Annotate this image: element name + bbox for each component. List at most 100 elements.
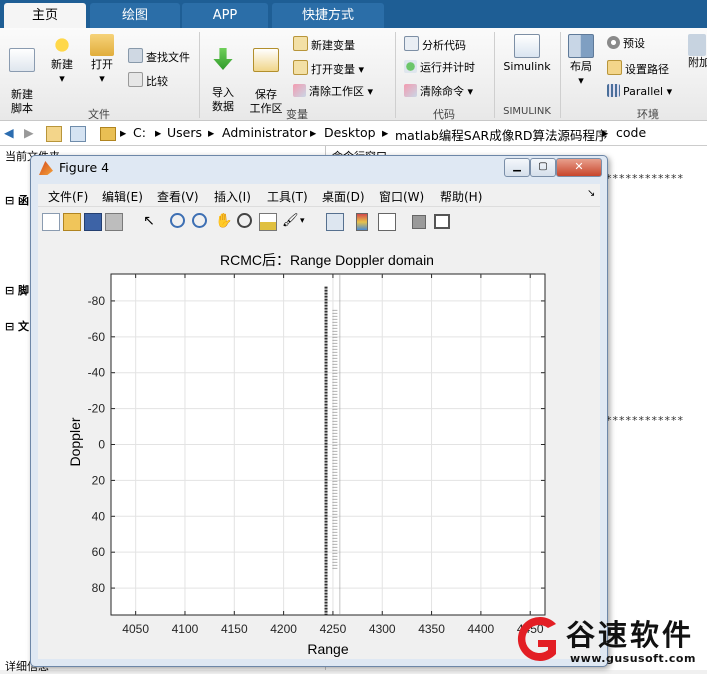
rotate-3d-icon[interactable]	[237, 213, 252, 228]
panel-section-scripts[interactable]: ⊟ 脚	[5, 282, 29, 298]
tab-shortcuts[interactable]: 快捷方式	[272, 3, 384, 28]
menu-window[interactable]: 窗口(W)	[379, 188, 424, 205]
close-button[interactable]: ✕	[556, 158, 602, 177]
figure-canvas: RCMC后：Range Doppler domain Range Doppler…	[38, 237, 600, 659]
pan-hand-icon[interactable]: ✋	[215, 213, 232, 229]
open-button[interactable]: 打开 ▾	[84, 34, 120, 86]
menu-view[interactable]: 查看(V)	[157, 188, 199, 205]
x-tick-label: 4400	[468, 622, 495, 636]
eraser-icon	[404, 84, 417, 97]
up-folder-icon[interactable]	[46, 126, 62, 142]
import-arrow-icon	[213, 48, 233, 70]
tab-plots[interactable]: 绘图	[90, 3, 180, 28]
open-file-icon[interactable]	[63, 213, 81, 231]
tab-apps[interactable]: APP	[182, 3, 268, 28]
menu-help[interactable]: 帮助(H)	[440, 188, 482, 205]
import-data-button[interactable]: 导入 数据	[205, 34, 241, 114]
command-output-line: ************	[606, 414, 684, 427]
show-plot-tools-icon[interactable]	[434, 214, 450, 229]
breadcrumb-separator-icon: ▸	[120, 125, 127, 140]
new-script-button[interactable]: 新建 脚本	[4, 34, 40, 116]
layout-icon	[568, 34, 594, 58]
x-tick-label: 4100	[172, 622, 199, 636]
dock-arrow-icon[interactable]: ↘	[587, 188, 595, 199]
address-bar: ◀ ▶ ▸ C: ▸ Users ▸ Administrator ▸ Deskt…	[0, 121, 707, 146]
matlab-logo-icon	[39, 161, 53, 175]
new-figure-icon[interactable]	[42, 213, 60, 231]
x-tick-label: 4300	[369, 622, 396, 636]
clear-workspace-button[interactable]: 清除工作区 ▾	[293, 84, 373, 99]
hide-plot-tools-icon[interactable]	[412, 215, 426, 229]
analyze-code-button[interactable]: 分析代码	[404, 36, 466, 53]
eraser-icon	[293, 84, 306, 97]
brush-icon[interactable]: 🖌	[282, 213, 299, 229]
addons-button[interactable]: 附加	[688, 34, 707, 70]
legend-icon[interactable]	[378, 213, 396, 231]
y-tick-label: -80	[88, 294, 106, 308]
maximize-icon: ▢	[538, 161, 548, 172]
breadcrumb-separator-icon: ▸	[155, 125, 162, 140]
chevron-down-icon: ▾	[367, 85, 374, 98]
breadcrumb-desktop[interactable]: Desktop	[324, 125, 376, 140]
zoom-in-icon[interactable]	[170, 213, 185, 228]
breadcrumb-code[interactable]: code	[616, 125, 646, 140]
x-tick-label: 4250	[320, 622, 347, 636]
tab-home[interactable]: 主页	[4, 3, 86, 28]
colorbar-icon[interactable]	[356, 213, 368, 231]
find-files-button[interactable]: 查找文件	[128, 48, 190, 65]
chevron-down-icon[interactable]: ▾	[300, 213, 316, 229]
menu-tools[interactable]: 工具(T)	[267, 188, 308, 205]
new-button[interactable]: 新建 ▾	[44, 34, 80, 86]
new-variable-button[interactable]: 新建变量	[293, 36, 355, 53]
save-workspace-button[interactable]: 保存 工作区	[246, 34, 286, 116]
breadcrumb-separator-icon: ▸	[208, 125, 215, 140]
group-label-environment: 环境	[637, 108, 659, 121]
save-icon[interactable]	[84, 213, 102, 231]
breadcrumb-project-folder[interactable]: matlab编程SAR成像RD算法源码程序	[395, 125, 608, 144]
data-cursor-icon[interactable]	[259, 213, 277, 231]
folder-icon	[90, 34, 114, 56]
preferences-button[interactable]: 预设	[607, 36, 645, 51]
forward-icon[interactable]: ▶	[24, 125, 34, 140]
x-tick-label: 4050	[122, 622, 149, 636]
menu-desktop[interactable]: 桌面(D)	[322, 188, 365, 205]
run-and-time-button[interactable]: 运行并计时	[404, 60, 475, 75]
parallel-icon	[607, 84, 620, 97]
set-path-button[interactable]: 设置路径	[607, 60, 669, 77]
panel-section-files[interactable]: ⊟ 文	[5, 318, 29, 334]
cursor-icon[interactable]: ↖	[141, 213, 157, 229]
clear-commands-button[interactable]: 清除命令 ▾	[404, 84, 473, 99]
breadcrumb-drive[interactable]: C:	[133, 125, 146, 140]
zoom-out-icon[interactable]	[192, 213, 207, 228]
y-axis-label: Doppler	[67, 417, 83, 466]
chevron-down-icon: ▾	[99, 72, 105, 85]
menu-file[interactable]: 文件(F)	[48, 188, 88, 205]
y-tick-label: 80	[92, 581, 106, 595]
simulink-button[interactable]: Simulink	[500, 34, 554, 74]
figure-window[interactable]: Figure 4 ▁ ▢ ✕ 文件(F) 编辑(E) 查看(V) 插入(I) 工…	[30, 155, 608, 667]
maximize-button[interactable]: ▢	[530, 158, 556, 177]
breadcrumb-users[interactable]: Users	[167, 125, 202, 140]
minimize-button[interactable]: ▁	[504, 158, 530, 177]
print-icon[interactable]	[105, 213, 123, 231]
watermark-logo	[510, 614, 562, 664]
compare-button[interactable]: 比较	[128, 72, 168, 89]
run-time-icon	[404, 60, 417, 73]
menu-edit[interactable]: 编辑(E)	[102, 188, 143, 205]
breadcrumb-separator-icon: ▸	[602, 125, 609, 140]
y-tick-label: 20	[92, 473, 106, 487]
set-path-icon	[607, 60, 622, 75]
watermark-url: www.gususoft.com	[570, 652, 696, 665]
browse-icon[interactable]	[70, 126, 86, 142]
link-plot-icon[interactable]	[326, 213, 344, 231]
panel-section-functions[interactable]: ⊟ 函	[5, 192, 29, 208]
open-variable-button[interactable]: 打开变量 ▾	[293, 60, 364, 77]
folder-icon	[100, 127, 116, 141]
layout-button[interactable]: 布局 ▾	[564, 34, 598, 88]
back-icon[interactable]: ◀	[4, 125, 14, 140]
chevron-down-icon: ▾	[578, 74, 584, 87]
menu-insert[interactable]: 插入(I)	[214, 188, 251, 205]
parallel-button[interactable]: Parallel ▾	[607, 84, 672, 99]
find-files-icon	[128, 48, 143, 63]
breadcrumb-administrator[interactable]: Administrator	[222, 125, 307, 140]
